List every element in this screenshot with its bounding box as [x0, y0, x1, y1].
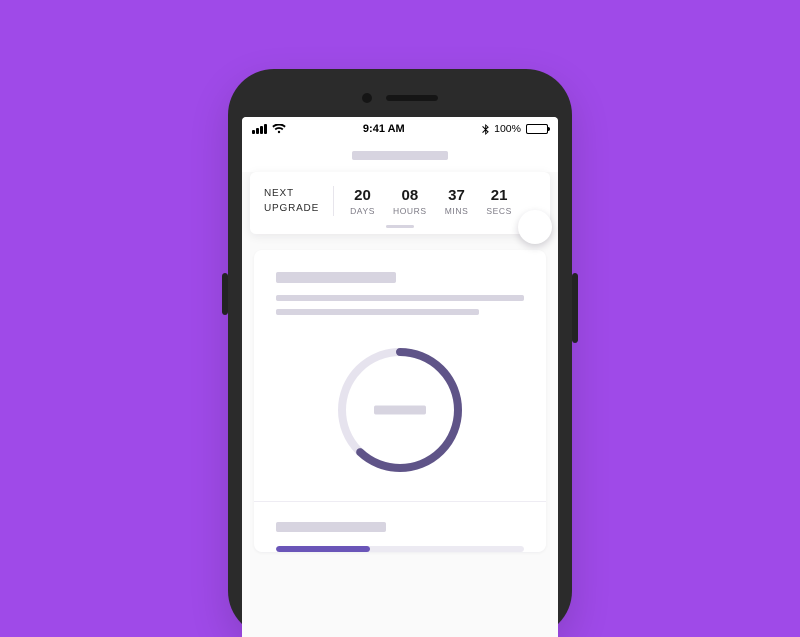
status-bar: 9:41 AM 100% [242, 117, 558, 141]
content-card [254, 250, 546, 552]
countdown-value: 20 [350, 187, 375, 204]
countdown-card[interactable]: NEXT UPGRADE 20 DAYS 08 HOURS 37 MINS 21… [250, 172, 550, 234]
drag-handle-icon[interactable] [386, 225, 414, 228]
app-header [242, 141, 558, 172]
countdown-value: 37 [445, 187, 469, 204]
text-line-placeholder [276, 295, 524, 301]
section-title-placeholder [276, 272, 396, 283]
countdown-label: NEXT UPGRADE [264, 186, 334, 216]
battery-icon [526, 124, 548, 134]
countdown-unit-secs: 21 SECS [486, 187, 512, 216]
front-camera-icon [362, 93, 372, 103]
wifi-icon [272, 124, 286, 134]
phone-screen: 9:41 AM 100% NEXT UPGRADE [242, 117, 558, 637]
countdown-value: 08 [393, 187, 427, 204]
phone-frame: 9:41 AM 100% NEXT UPGRADE [228, 69, 572, 637]
battery-percent-label: 100% [494, 123, 521, 135]
phone-hardware-top [242, 83, 558, 117]
progress-title-placeholder [276, 522, 386, 532]
cellular-signal-icon [252, 124, 267, 134]
text-line-placeholder [276, 309, 479, 315]
countdown-units: 20 DAYS 08 HOURS 37 MINS 21 SECS [334, 187, 512, 216]
floating-action-button[interactable] [518, 210, 552, 244]
progress-ring [335, 345, 465, 475]
bluetooth-icon [482, 124, 489, 135]
progress-section [276, 502, 524, 552]
progress-ring-wrap [276, 323, 524, 501]
status-bar-left [252, 124, 286, 134]
speaker-grill-icon [386, 95, 438, 101]
progress-bar-fill [276, 546, 370, 552]
progress-bar [276, 546, 524, 552]
status-bar-time: 9:41 AM [363, 123, 405, 135]
ring-value-placeholder [374, 406, 426, 415]
countdown-unit-mins: 37 MINS [445, 187, 469, 216]
countdown-value: 21 [486, 187, 512, 204]
countdown-unit-days: 20 DAYS [350, 187, 375, 216]
countdown-unit-label: HOURS [393, 206, 427, 216]
countdown-unit-label: SECS [486, 206, 512, 216]
countdown-unit-label: DAYS [350, 206, 375, 216]
page-title-placeholder [352, 151, 448, 160]
countdown-unit-label: MINS [445, 206, 469, 216]
countdown-unit-hours: 08 HOURS [393, 187, 427, 216]
status-bar-right: 100% [482, 123, 548, 135]
